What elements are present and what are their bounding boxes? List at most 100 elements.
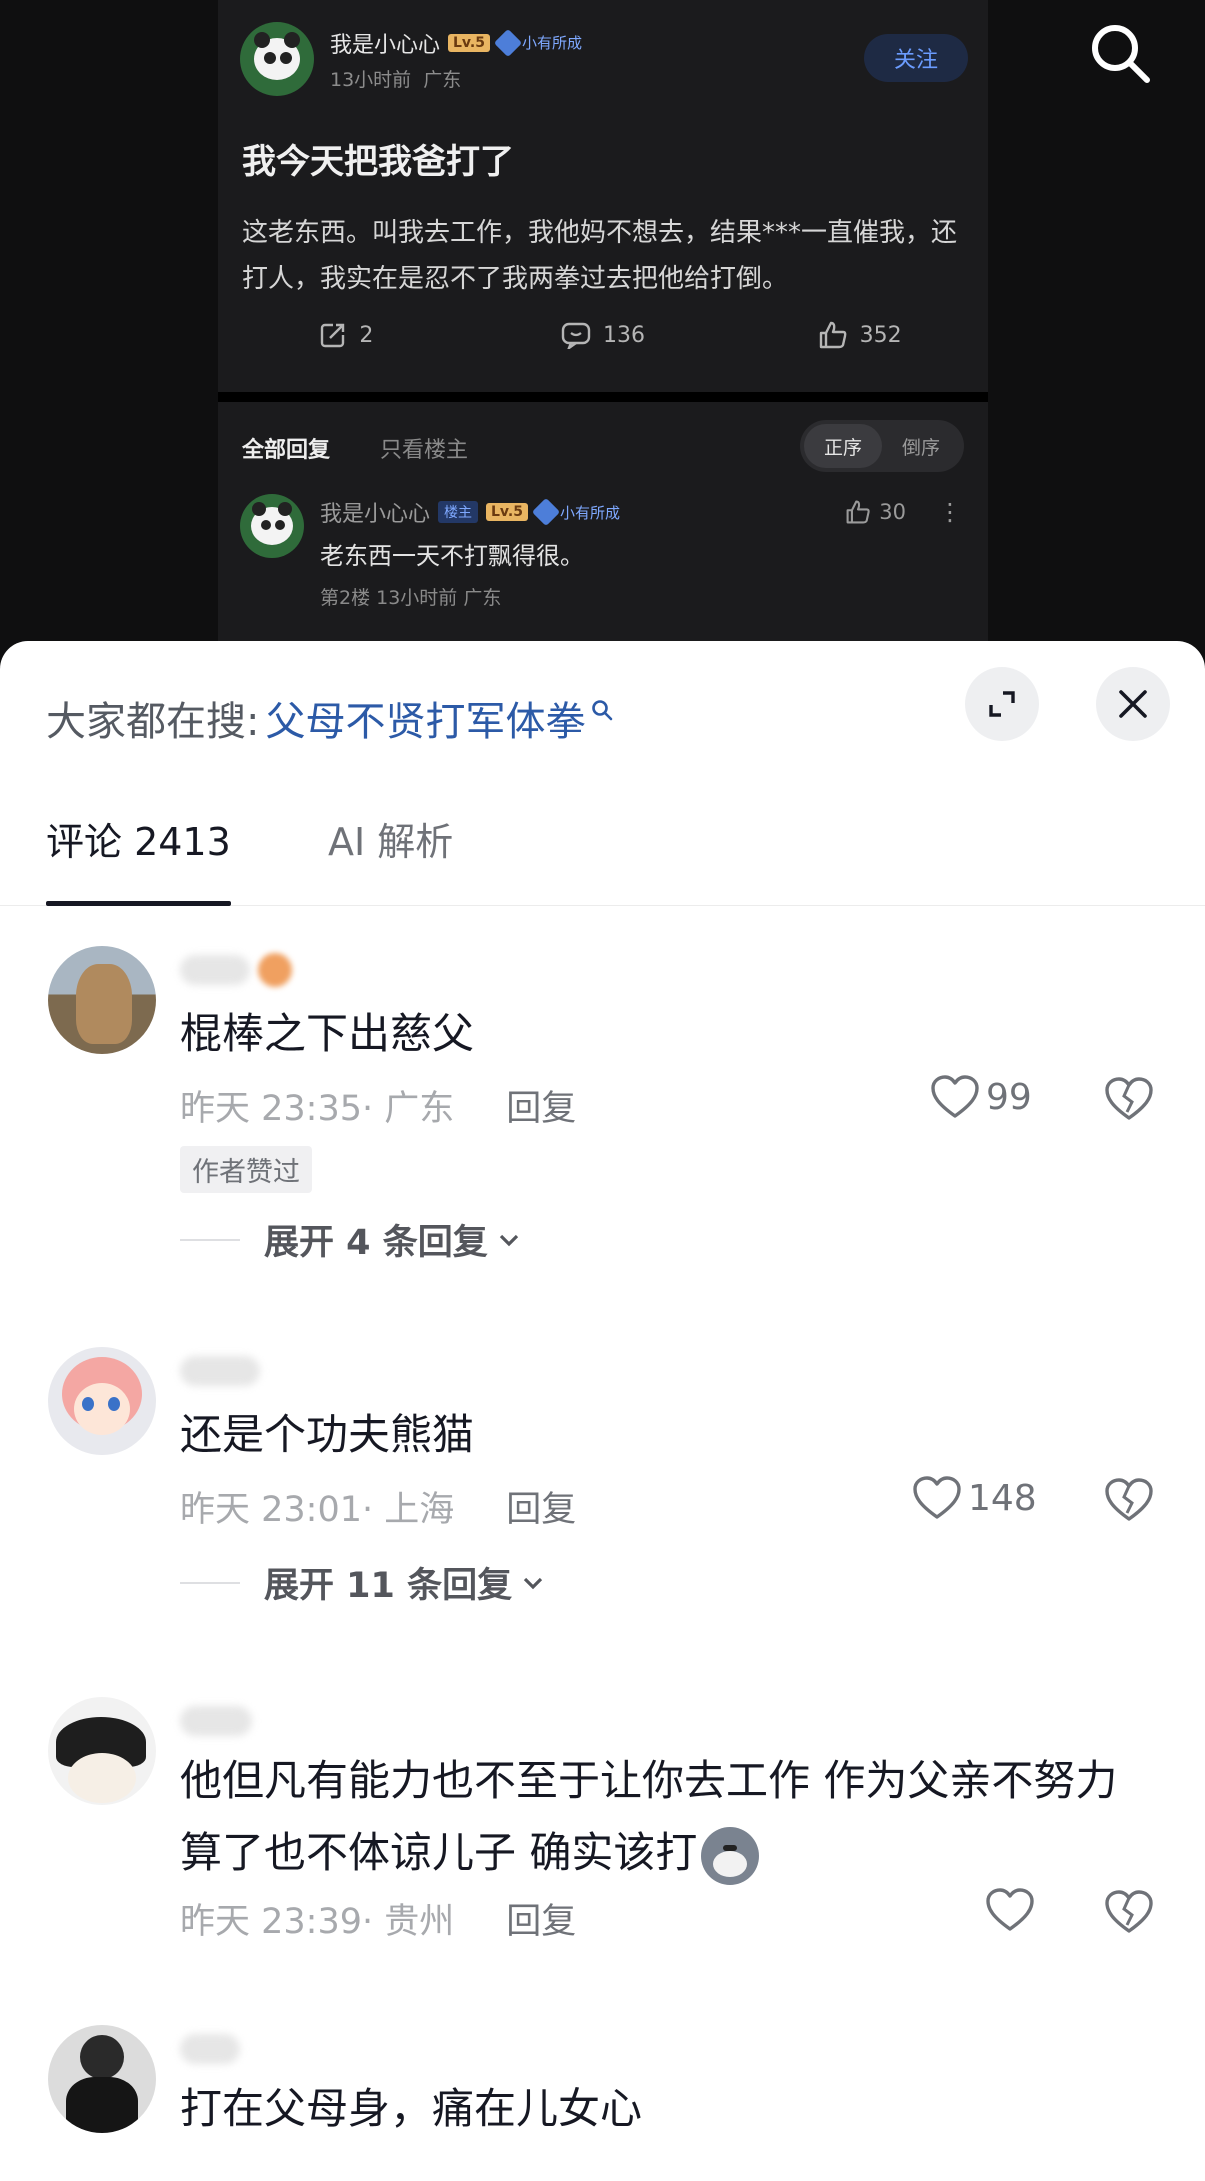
expand-replies-label: 展开 11 条回复 bbox=[264, 1566, 513, 1606]
search-icon bbox=[592, 700, 613, 721]
expand-replies-button[interactable]: 展开 4 条回复 bbox=[180, 1214, 520, 1265]
commenter-avatar[interactable] bbox=[48, 1697, 156, 1805]
sort-desc-button[interactable]: 倒序 bbox=[882, 424, 960, 468]
reply-button[interactable]: 回复 bbox=[506, 1080, 576, 1131]
like-count: 352 bbox=[859, 322, 902, 348]
comment-text: 打在父母身，痛在儿女心 bbox=[180, 2084, 643, 2133]
tab-ai-analysis[interactable]: AI 解析 bbox=[328, 811, 453, 905]
like-count: 99 bbox=[986, 1076, 1032, 1118]
thumb-up-icon bbox=[819, 321, 847, 349]
floor-like-button[interactable]: 30 ⋮ bbox=[845, 498, 962, 526]
comment-text: 还是个功夫熊猫 bbox=[180, 1410, 475, 1459]
comment-text-content: 他但凡有能力也不至于让你去工作 作为父亲不努力算了也不体谅儿子 确实该打 bbox=[180, 1756, 1118, 1877]
sheet-tabs: 评论 2413 AI 解析 bbox=[0, 811, 1205, 906]
heart-icon bbox=[913, 1476, 961, 1519]
thumb-up-icon bbox=[846, 500, 870, 524]
reply-tabs: 全部回复 只看楼主 bbox=[242, 432, 468, 464]
floor-vip-badge: 小有所成 bbox=[531, 497, 620, 527]
owner-tag: 楼主 bbox=[438, 501, 479, 523]
like-button[interactable]: 148 bbox=[912, 1475, 1037, 1521]
commenter-name[interactable] bbox=[180, 2029, 240, 2069]
commenter-avatar[interactable] bbox=[48, 1347, 156, 1455]
expand-button[interactable] bbox=[965, 667, 1039, 741]
divider bbox=[180, 1581, 240, 1584]
comment-button[interactable]: 136 bbox=[475, 320, 732, 350]
vip-label: 小有所成 bbox=[521, 34, 582, 52]
tab-all-replies[interactable]: 全部回复 bbox=[242, 432, 330, 464]
sort-toggle: 正序 倒序 bbox=[800, 420, 964, 472]
expand-replies-label: 展开 4 条回复 bbox=[264, 1223, 488, 1263]
follow-button[interactable]: 关注 bbox=[864, 34, 968, 82]
hot-search-label: 大家都在搜: bbox=[46, 699, 260, 745]
dislike-button[interactable] bbox=[1104, 1889, 1154, 1939]
comment-icon bbox=[561, 322, 591, 349]
sort-asc-button[interactable]: 正序 bbox=[804, 424, 882, 468]
comment-count: 136 bbox=[603, 322, 645, 348]
comment-sheet: 大家都在搜: 父母不贤打军体拳 评论 2413 AI 解析 棍棒之下出慈父 昨天… bbox=[0, 641, 1205, 2181]
divider bbox=[218, 392, 988, 402]
dislike-icon bbox=[1105, 1478, 1153, 1521]
forum-post-card: 我是小心心 Lv.5 小有所成 13小时前 广东 关注 我今天把我爸打了 这老东… bbox=[218, 0, 988, 395]
dislike-button[interactable] bbox=[1104, 1076, 1154, 1126]
heart-icon bbox=[931, 1075, 979, 1118]
hot-search-bar[interactable]: 大家都在搜: 父母不贤打军体拳 bbox=[46, 689, 613, 747]
divider bbox=[180, 1238, 240, 1241]
commenter-avatar[interactable] bbox=[48, 946, 156, 1054]
post-body: 这老东西。叫我去工作，我他妈不想去，结果***一直催我，还打人，我实在是忍不了我… bbox=[242, 218, 958, 294]
comment-time: 昨天 23:35· 广东 bbox=[180, 1089, 455, 1129]
share-count: 2 bbox=[359, 322, 374, 348]
heart-icon bbox=[986, 1888, 1034, 1931]
search-icon bbox=[1092, 25, 1150, 83]
post-meta: 13小时前 广东 bbox=[330, 65, 582, 92]
like-count: 148 bbox=[968, 1477, 1037, 1519]
floor-vip-label: 小有所成 bbox=[559, 503, 620, 522]
reply-button[interactable]: 回复 bbox=[506, 1893, 576, 1944]
post-actions: 2 136 352 bbox=[218, 320, 988, 350]
commenter-avatar[interactable] bbox=[48, 2025, 156, 2133]
floor-author[interactable]: 我是小心心 bbox=[320, 496, 430, 528]
author-name[interactable]: 我是小心心 bbox=[330, 27, 440, 59]
dislike-icon bbox=[1105, 1077, 1153, 1120]
expand-replies-button[interactable]: 展开 11 条回复 bbox=[180, 1557, 544, 1608]
floor-meta: 第2楼 13小时前 广东 bbox=[320, 587, 502, 609]
post-title: 我今天把我爸打了 bbox=[242, 142, 514, 182]
floor-level-badge: Lv.5 bbox=[486, 503, 528, 521]
floor-text: 老东西一天不打飘得很。 bbox=[320, 542, 584, 570]
chevron-down-icon bbox=[523, 1577, 543, 1589]
diamond-icon bbox=[493, 28, 523, 57]
more-icon[interactable]: ⋮ bbox=[938, 498, 962, 526]
post-region: 广东 bbox=[423, 68, 462, 91]
search-button[interactable] bbox=[1085, 18, 1155, 88]
author-avatar[interactable] bbox=[240, 22, 314, 96]
expand-icon bbox=[989, 691, 1015, 717]
husky-emoji-icon bbox=[701, 1826, 760, 1885]
close-button[interactable] bbox=[1096, 667, 1170, 741]
commenter-name[interactable] bbox=[180, 950, 292, 990]
commenter-name[interactable] bbox=[180, 1701, 252, 1741]
vip-badge: 小有所成 bbox=[493, 28, 582, 57]
author-liked-badge: 作者赞过 bbox=[180, 1146, 312, 1193]
floor-avatar[interactable] bbox=[240, 494, 304, 558]
dislike-icon bbox=[1105, 1890, 1153, 1933]
post-time: 13小时前 bbox=[330, 68, 412, 91]
like-button[interactable]: 352 bbox=[731, 320, 988, 350]
chevron-down-icon bbox=[499, 1234, 518, 1246]
like-button[interactable]: 99 bbox=[930, 1074, 1032, 1120]
reply-button[interactable]: 回复 bbox=[506, 1481, 576, 1532]
tab-owner-only[interactable]: 只看楼主 bbox=[380, 432, 468, 464]
comment-text: 他但凡有能力也不至于让你去工作 作为父亲不努力算了也不体谅儿子 确实该打 bbox=[180, 1745, 1140, 1889]
share-button[interactable]: 2 bbox=[218, 320, 475, 350]
close-icon bbox=[1119, 690, 1147, 718]
comment-time: 昨天 23:01· 上海 bbox=[180, 1490, 455, 1530]
share-icon bbox=[321, 323, 345, 348]
comment-meta: 昨天 23:01· 上海 回复 bbox=[180, 1481, 576, 1532]
comment-meta: 昨天 23:35· 广东 回复 bbox=[180, 1080, 576, 1131]
floor-like-count: 30 bbox=[879, 500, 906, 524]
dislike-button[interactable] bbox=[1104, 1477, 1154, 1527]
like-button[interactable] bbox=[985, 1887, 1041, 1933]
commenter-name[interactable] bbox=[180, 1351, 260, 1391]
comment-meta: 昨天 23:39· 贵州 回复 bbox=[180, 1893, 576, 1944]
tab-comments[interactable]: 评论 2413 bbox=[46, 811, 231, 906]
hot-search-keyword: 父母不贤打军体拳 bbox=[265, 699, 586, 745]
level-badge: Lv.5 bbox=[448, 33, 490, 52]
